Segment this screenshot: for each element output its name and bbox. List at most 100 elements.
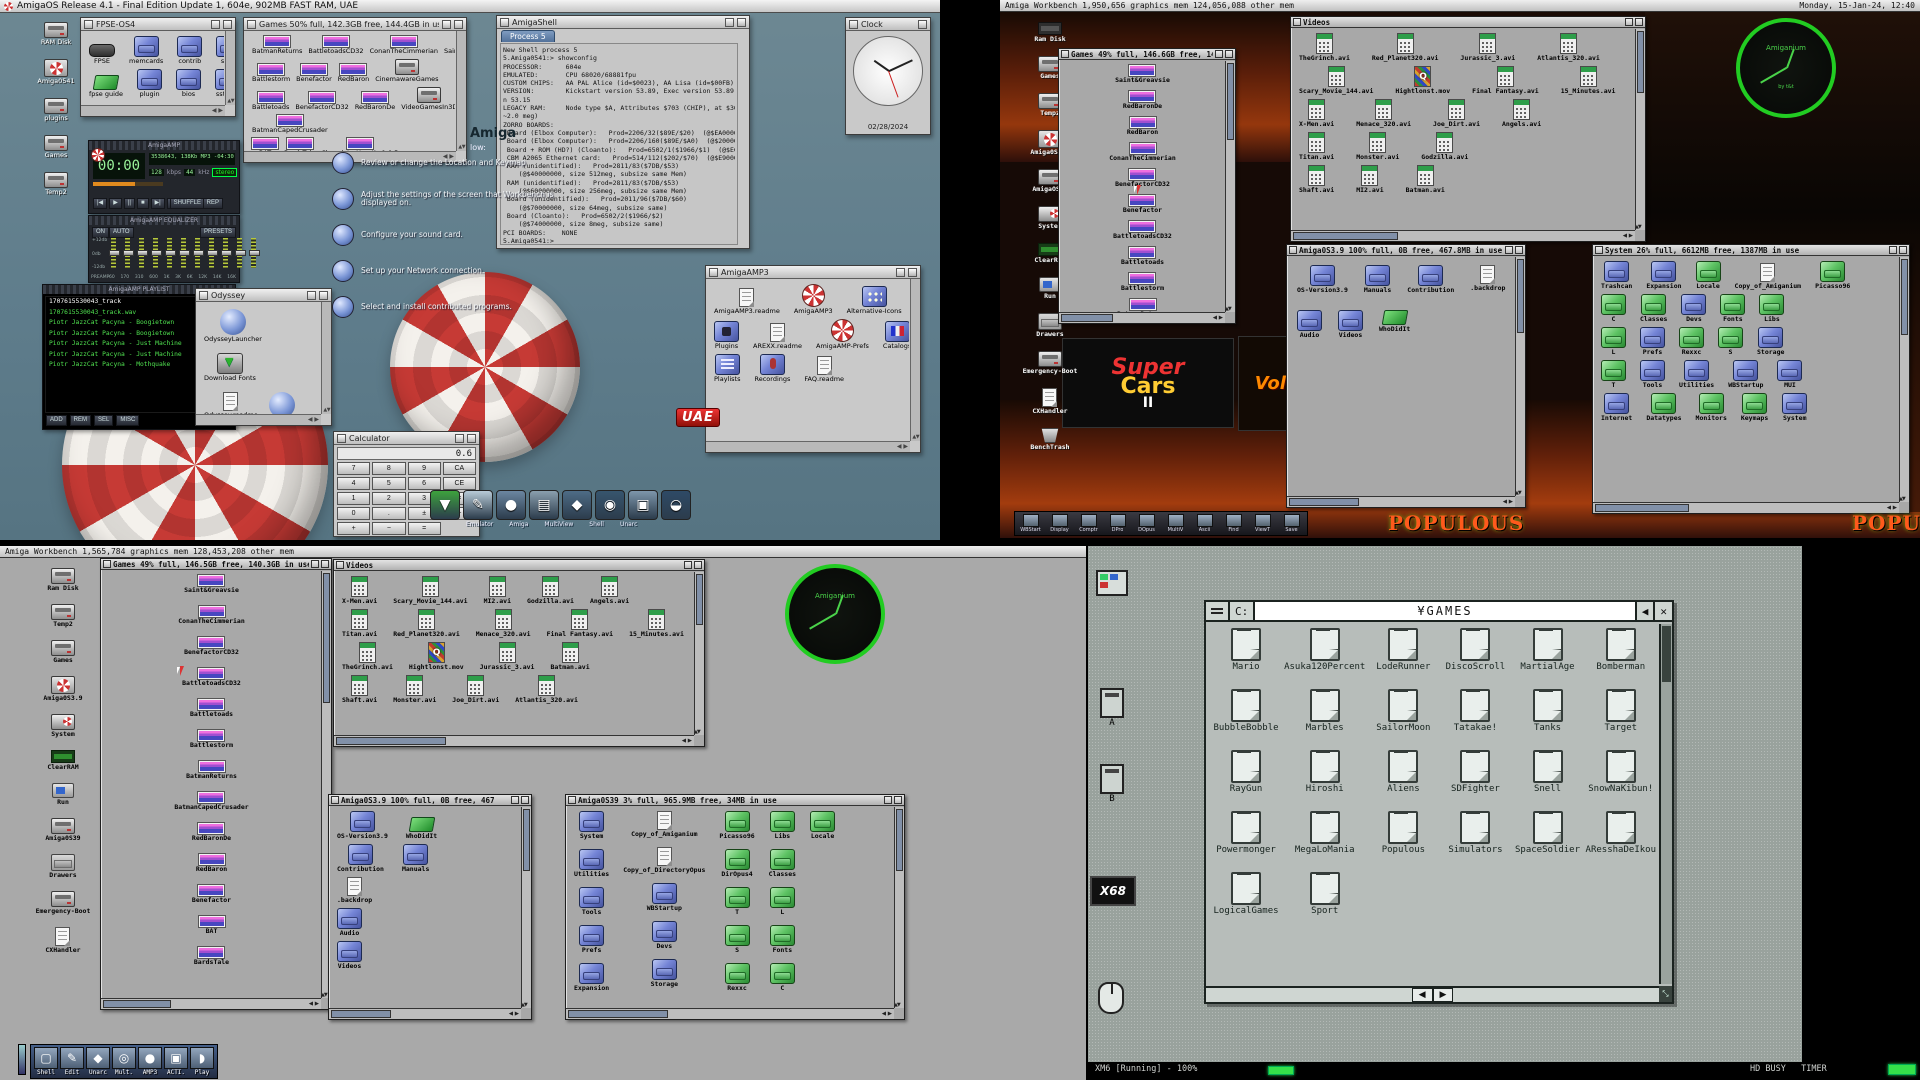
button-|◀[interactable]: |◀ [93,198,107,209]
icon-CinemawareGames[interactable]: CinemawareGames [375,59,438,83]
eq-slider[interactable] [237,238,242,268]
eq-slider[interactable] [195,238,200,268]
amp-titlebar[interactable]: AmigaAMP [89,141,239,150]
dock-handle[interactable] [18,1044,26,1075]
eq-slider[interactable] [209,238,214,268]
calc-key-8[interactable]: 8 [372,462,405,475]
icon-Battlestorm[interactable]: Battlestorm [252,64,290,83]
icon-Catalogs[interactable]: Catalogs [883,321,909,350]
icon-AmigaAMP3.readme[interactable]: AmigaAMP3.readme [714,288,780,315]
zoom-icon[interactable] [1889,246,1897,254]
icon-Amiga0541[interactable]: Amiga0541 [37,59,74,85]
calc-key-CA[interactable]: CA [443,462,476,475]
icon-Utilities[interactable]: Utilities [574,849,609,878]
icon-MI2.avi[interactable]: MI2.avi [484,576,511,605]
depth-icon[interactable] [223,20,232,29]
dock-icon[interactable]: ▤ [529,490,559,520]
icon-Locale[interactable]: Locale [810,811,835,840]
icon-BatmanCapedCrusader[interactable]: BatmanCapedCrusader [174,792,248,811]
icon-Utilities[interactable]: Utilities [1679,360,1714,389]
eq-slider[interactable] [111,238,116,268]
zoom-icon[interactable] [442,20,451,29]
icon-Emergency-Boot[interactable]: Emergency-Boot [36,891,91,915]
icon-BAT[interactable]: BAT [199,916,225,935]
dock-item-Ascii[interactable]: Ascii [1191,514,1218,533]
icon-Benefactor[interactable]: Benefactor [1123,195,1162,214]
icon-Joe_Dirt.avi[interactable]: Joe_Dirt.avi [452,675,499,704]
icon-Games[interactable]: Games [44,135,68,159]
horizontal-scrollbar[interactable] [566,1008,894,1019]
icon-Fonts[interactable]: Fonts [770,925,795,954]
icon-Titan.avi[interactable]: Titan.avi [342,609,377,638]
vertical-scrollbar[interactable] [225,31,235,105]
icon-T[interactable]: T [725,887,750,916]
icon-Odyssey[interactable]: Odyssey [268,392,296,414]
dock-item-Unarc[interactable]: ◆Unarc [86,1047,110,1076]
dock-icon[interactable]: ● [496,490,526,520]
icon-MI2.avi[interactable]: MI2.avi [1356,165,1383,194]
vertical-scrollbar[interactable] [1899,257,1909,502]
setup-item[interactable]: Set up your Network connection. [332,260,582,282]
vertical-scrollbar[interactable] [1659,624,1672,984]
calc-key-1[interactable]: 1 [337,492,370,505]
icon-Drawers[interactable]: Drawers [49,854,76,879]
icon-Jurassic_3.avi[interactable]: Jurassic_3.avi [1460,33,1515,62]
depth-icon[interactable] [1225,50,1233,58]
icon-Final Fantasy.avi[interactable]: Final Fantasy.avi [547,609,614,638]
icon-Ram Disk[interactable]: Ram Disk [47,568,78,592]
icon-BatmanCapedCrusader[interactable]: BatmanCapedCrusader [252,115,328,134]
close-icon[interactable] [199,291,208,300]
icon-VideoGamesIn3D[interactable]: VideoGamesIn3D [401,87,455,111]
icon-Ram Disk[interactable]: Ram Disk [1034,22,1065,43]
icon-Scary_Movie_144.avi[interactable]: Scary_Movie_144.avi [1299,66,1373,95]
icon-sstates[interactable]: sstates [215,69,224,98]
setup-item[interactable]: Review or change the Location and Keymap [332,152,582,174]
dock-item-Play[interactable]: ◗Play [190,1047,214,1076]
icon-L[interactable]: L [770,887,795,916]
icon-Tools[interactable]: Tools [579,887,604,916]
icon-BardsTale[interactable]: BardsTale [194,947,229,966]
dock-icon[interactable]: ◉ [595,490,625,520]
icon-ConanTheCimmerian[interactable]: ConanTheCimmerian [178,606,245,625]
icon-BatmanReturns[interactable]: BatmanReturns [1117,299,1168,312]
button-▶|[interactable]: ▶| [151,198,165,209]
floppy-b-icon[interactable]: B [1100,764,1124,803]
icon-BenefactorCD32[interactable]: BenefactorCD32 [1115,169,1170,188]
icon-Angels.avi[interactable]: Angels.avi [590,576,629,605]
dock-icon[interactable]: ▣ [628,490,658,520]
amp-volume-slider[interactable] [93,182,163,186]
window-menu-icon[interactable] [1206,602,1230,620]
horizontal-scrollbar[interactable] [196,414,321,425]
depth-icon[interactable] [321,560,329,568]
icon-Sport[interactable]: Sport [1310,872,1340,915]
dock-item-Save[interactable]: Save [1278,514,1305,533]
icon-Asuka120Percent[interactable]: Asuka120Percent [1284,628,1365,671]
dock-item-Comptr[interactable]: Comptr [1075,514,1102,533]
dock-item-ViewT[interactable]: ViewT [1249,514,1276,533]
icon-.backdrop[interactable]: .backdrop [337,877,372,904]
setup-item[interactable]: Select and install contributed programs. [332,296,582,318]
depth-icon[interactable] [1515,246,1523,254]
vertical-scrollbar[interactable] [1225,61,1235,312]
depth-icon[interactable] [1635,18,1643,26]
horizontal-scrollbar[interactable] [334,735,694,746]
icon-Joe_Dirt.avi[interactable]: Joe_Dirt.avi [1433,99,1480,128]
vertical-scrollbar[interactable] [1515,257,1525,496]
depth-icon[interactable] [894,796,902,804]
dock-icon[interactable]: ◆ [562,490,592,520]
calc-key-9[interactable]: 9 [408,462,441,475]
icon-SailorMoon[interactable]: SailorMoon [1376,689,1430,732]
zoom-icon[interactable] [1215,50,1223,58]
icon-Hiroshi[interactable]: Hiroshi [1306,750,1344,793]
icon-OdysseyLauncher[interactable]: OdysseyLauncher [204,309,262,343]
icon-RedBaronDe[interactable]: RedBaronDe [1123,91,1162,110]
vertical-scrollbar[interactable] [521,807,531,1008]
icon-FAQ.readme[interactable]: FAQ.readme [804,356,844,383]
amp-shuffle-button[interactable]: SHUFFLE [170,198,205,209]
icon-Prefs[interactable]: Prefs [1640,327,1665,356]
icon-Marbles[interactable]: Marbles [1306,689,1344,732]
icon-Manuals[interactable]: Manuals [402,844,429,873]
icon-Run[interactable]: Run [52,783,74,806]
dock-icon[interactable]: ✎ [463,490,493,520]
screen-titlebar[interactable]: Amiga Workbench 1,565,784 graphics mem 1… [0,546,1086,558]
